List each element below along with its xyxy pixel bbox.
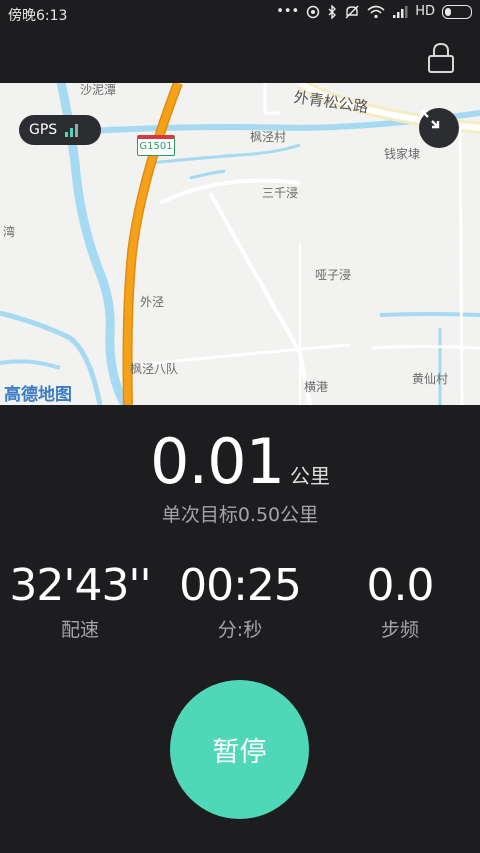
amap-logo: 高德地图	[4, 385, 72, 405]
stat-cadence: 0.0 步频	[320, 560, 480, 642]
more-dots-icon: •••	[276, 4, 300, 19]
expand-map-button[interactable]	[419, 108, 459, 148]
map-label: 横港	[304, 380, 329, 394]
stat-label: 步频	[380, 619, 419, 641]
lock-icon	[428, 42, 454, 73]
pause-button[interactable]: 暂停	[170, 680, 309, 819]
stat-value: 0.0	[366, 560, 435, 611]
bluetooth-icon	[327, 4, 337, 19]
status-bar: 傍晚6:13 ••• HD	[0, 0, 480, 28]
gps-signal-icon	[65, 123, 79, 137]
top-bar	[0, 28, 480, 83]
map-label: 沙泥潭	[80, 83, 117, 97]
lock-button[interactable]	[426, 42, 456, 74]
map-label: 枫泾八队	[130, 362, 179, 376]
stat-value: 32'43''	[9, 560, 151, 611]
stat-pace: 32'43'' 配速	[0, 560, 160, 642]
map-label: 三千浸	[262, 186, 299, 200]
expand-icon	[420, 109, 440, 129]
gps-label: GPS	[29, 122, 58, 138]
stat-duration: 00:25 分:秒	[160, 560, 320, 642]
wifi-icon	[367, 5, 385, 19]
map-label: 外泾	[140, 295, 165, 309]
stat-label: 分:秒	[217, 619, 263, 641]
status-icons: ••• HD	[276, 4, 472, 19]
distance-unit: 公里	[290, 464, 331, 488]
map-label: 哑子浸	[315, 268, 352, 282]
battery-icon	[442, 4, 472, 19]
vpn-icon	[306, 5, 320, 19]
map-label: 钱家埭	[384, 147, 421, 161]
hd-badge: HD	[415, 4, 435, 19]
stat-value: 00:25	[179, 560, 302, 611]
map-view[interactable]: 沙泥潭 外青松公路 枫泾村 钱家埭 三千浸 湾 哑子浸 外泾 枫泾八队 横港 黄…	[0, 83, 480, 405]
gps-status-badge: GPS	[19, 115, 101, 145]
goal-text: 单次目标0.50公里	[161, 504, 319, 526]
distance-value: 0.01	[149, 425, 285, 498]
stat-label: 配速	[60, 619, 99, 641]
distance-display: 0.01 公里	[0, 425, 480, 498]
map-label: 黄仙村	[412, 372, 449, 386]
road-shield: G1501	[137, 135, 175, 156]
mute-icon	[344, 5, 360, 19]
map-label: 枫泾村	[250, 130, 287, 144]
map-label: 湾	[3, 225, 16, 239]
status-time: 傍晚6:13	[8, 8, 68, 24]
signal-icon	[392, 5, 408, 19]
